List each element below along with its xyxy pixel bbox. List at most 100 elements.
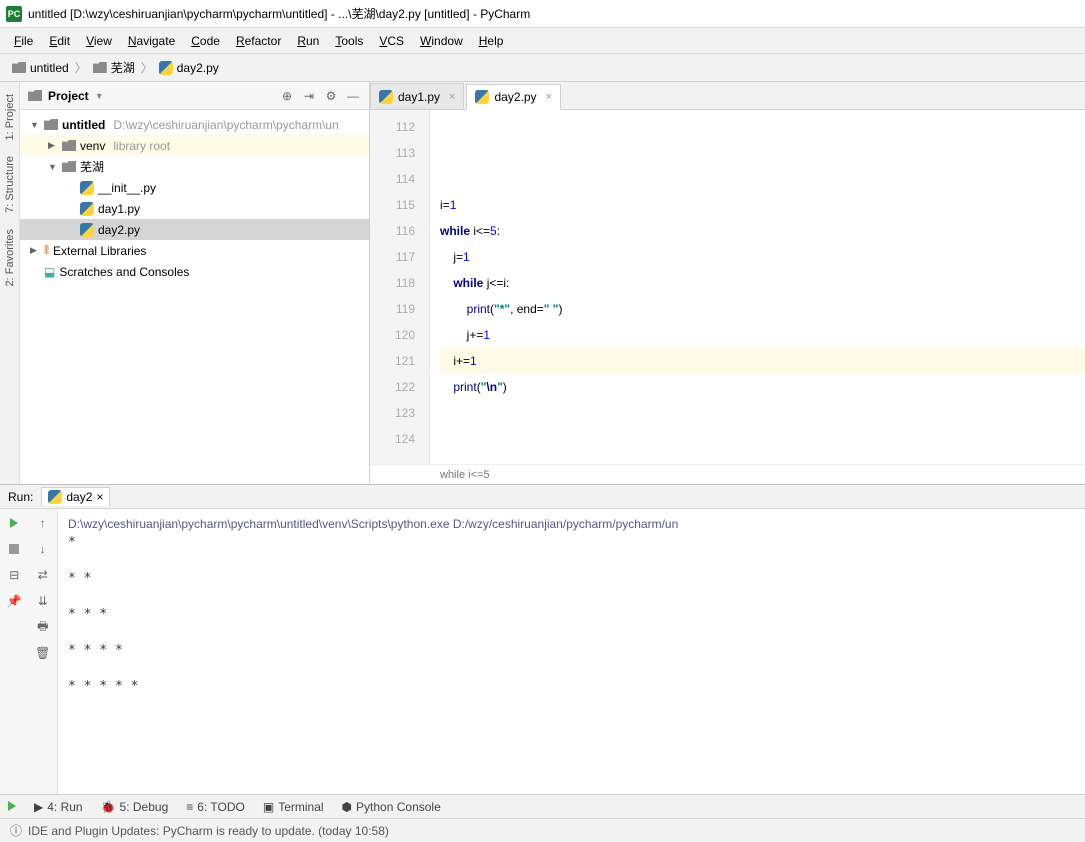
folder-icon <box>62 161 76 172</box>
menu-view[interactable]: View <box>80 31 118 51</box>
breadcrumb-item[interactable]: day2.py <box>155 59 223 77</box>
collapse-icon[interactable]: ⇥ <box>301 88 317 104</box>
python-icon <box>48 490 62 504</box>
print-icon[interactable]: 🖶 <box>35 619 51 635</box>
editor-area: day1.py×day2.py× 11211311411511611711811… <box>370 82 1085 484</box>
side-tab-favorites[interactable]: 2: Favorites <box>2 221 18 294</box>
code-line[interactable]: j+=1 <box>440 322 1085 348</box>
python-icon <box>80 202 94 216</box>
run-tab[interactable]: day2 × <box>41 487 110 506</box>
code-area[interactable]: i=1while i<=5: j=1 while j<=i: print("*"… <box>430 110 1085 464</box>
breadcrumb-item[interactable]: untitled <box>8 59 73 77</box>
bottom-tool-terminal[interactable]: ▣Terminal <box>263 800 324 814</box>
editor-tab[interactable]: day1.py× <box>370 83 464 109</box>
rerun-icon[interactable] <box>6 515 22 531</box>
code-line[interactable] <box>440 114 1085 140</box>
code-line[interactable]: print("*", end=" ") <box>440 296 1085 322</box>
close-icon[interactable]: × <box>449 91 455 103</box>
bottom-tool-debug[interactable]: 🐞5: Debug <box>101 800 169 814</box>
expand-icon[interactable]: ▶ <box>48 140 58 151</box>
tool-icon: ▣ <box>263 800 274 814</box>
python-icon <box>475 90 489 104</box>
breadcrumb-item[interactable]: 芜湖 <box>89 57 139 78</box>
menu-window[interactable]: Window <box>414 31 469 51</box>
python-icon <box>379 90 393 104</box>
wrap-icon[interactable]: ⇄ <box>35 567 51 583</box>
folder-icon <box>28 90 42 101</box>
code-line[interactable]: i=1 <box>440 192 1085 218</box>
tree-label: day2.py <box>98 223 140 237</box>
bottom-tool-todo[interactable]: ≡6: TODO <box>186 800 245 814</box>
tree-item[interactable]: ▶⫴External Libraries <box>20 240 369 261</box>
up-icon[interactable]: ↑ <box>35 515 51 531</box>
code-line[interactable] <box>440 140 1085 166</box>
code-line[interactable]: i+=1 <box>440 348 1085 374</box>
menu-navigate[interactable]: Navigate <box>122 31 181 51</box>
folder-icon <box>93 62 107 73</box>
folder-icon <box>62 140 76 151</box>
tree-item[interactable]: __init__.py <box>20 177 369 198</box>
menu-help[interactable]: Help <box>473 31 510 51</box>
expand-icon[interactable]: ▼ <box>30 120 40 130</box>
python-icon <box>80 181 94 195</box>
editor-body[interactable]: 112113114115116117118119120121122123124 … <box>370 110 1085 464</box>
hide-icon[interactable]: — <box>345 88 361 104</box>
status-text: IDE and Plugin Updates: PyCharm is ready… <box>28 824 389 838</box>
run-output[interactable]: D:\wzy\ceshiruanjian\pycharm\pycharm\unt… <box>58 509 1085 794</box>
code-line[interactable]: j=1 <box>440 244 1085 270</box>
tool-icon: ▶ <box>34 800 43 814</box>
tree-item[interactable]: ▼untitledD:\wzy\ceshiruanjian\pycharm\py… <box>20 114 369 135</box>
layout-icon[interactable]: ⊟ <box>6 567 22 583</box>
tool-label: 6: TODO <box>197 800 245 814</box>
menu-file[interactable]: File <box>8 31 39 51</box>
code-line[interactable]: print("\n") <box>440 374 1085 400</box>
tree-label: day1.py <box>98 202 140 216</box>
dropdown-icon[interactable]: ▼ <box>95 91 104 101</box>
folder-icon <box>44 119 58 130</box>
tree-item[interactable]: ▶venvlibrary root <box>20 135 369 156</box>
expand-icon[interactable]: ▼ <box>48 162 58 172</box>
code-line[interactable] <box>440 426 1085 452</box>
bottom-tool-run[interactable]: ▶4: Run <box>34 800 83 814</box>
menu-refactor[interactable]: Refactor <box>230 31 287 51</box>
python-icon <box>80 223 94 237</box>
run-label: Run: <box>8 490 33 504</box>
scroll-icon[interactable]: ⇊ <box>35 593 51 609</box>
close-icon[interactable]: × <box>96 490 103 504</box>
menu-run[interactable]: Run <box>291 31 325 51</box>
close-icon[interactable]: × <box>546 91 552 103</box>
breadcrumb-bar: untitled〉芜湖〉day2.py <box>0 54 1085 82</box>
code-line[interactable]: while j<=i: <box>440 270 1085 296</box>
down-icon[interactable]: ↓ <box>35 541 51 557</box>
stop-icon[interactable] <box>6 541 22 557</box>
window-title: untitled [D:\wzy\ceshiruanjian\pycharm\p… <box>28 5 530 22</box>
tree-item[interactable]: day2.py <box>20 219 369 240</box>
app-icon: PC <box>6 6 22 22</box>
settings-icon[interactable]: ⚙ <box>323 88 339 104</box>
tree-item[interactable]: ▼芜湖 <box>20 156 369 177</box>
title-bar: PC untitled [D:\wzy\ceshiruanjian\pychar… <box>0 0 1085 28</box>
code-line[interactable] <box>440 166 1085 192</box>
left-tool-strip: 1: Project7: Structure2: Favorites <box>0 82 20 484</box>
python-icon <box>159 61 173 75</box>
tree-label: venv <box>80 139 105 153</box>
breadcrumb-label: day2.py <box>177 61 219 75</box>
bottom-tool-pythonconsole[interactable]: ⬢Python Console <box>342 800 441 814</box>
expand-icon[interactable]: ▶ <box>30 245 40 256</box>
editor-tab[interactable]: day2.py× <box>466 84 560 110</box>
locate-icon[interactable]: ⊕ <box>279 88 295 104</box>
tree-item[interactable]: ⬓Scratches and Consoles <box>20 261 369 282</box>
menu-tools[interactable]: Tools <box>329 31 369 51</box>
menu-code[interactable]: Code <box>185 31 226 51</box>
pin-icon[interactable]: 📌 <box>6 593 22 609</box>
tree-item[interactable]: day1.py <box>20 198 369 219</box>
menu-vcs[interactable]: VCS <box>373 31 410 51</box>
menu-edit[interactable]: Edit <box>43 31 76 51</box>
tree-label: __init__.py <box>98 181 156 195</box>
code-line[interactable] <box>440 400 1085 426</box>
trash-icon[interactable]: 🗑 <box>35 645 51 661</box>
project-tree[interactable]: ▼untitledD:\wzy\ceshiruanjian\pycharm\py… <box>20 110 369 484</box>
code-line[interactable]: while i<=5: <box>440 218 1085 244</box>
side-tab-structure[interactable]: 7: Structure <box>2 148 18 221</box>
side-tab-project[interactable]: 1: Project <box>2 86 18 148</box>
